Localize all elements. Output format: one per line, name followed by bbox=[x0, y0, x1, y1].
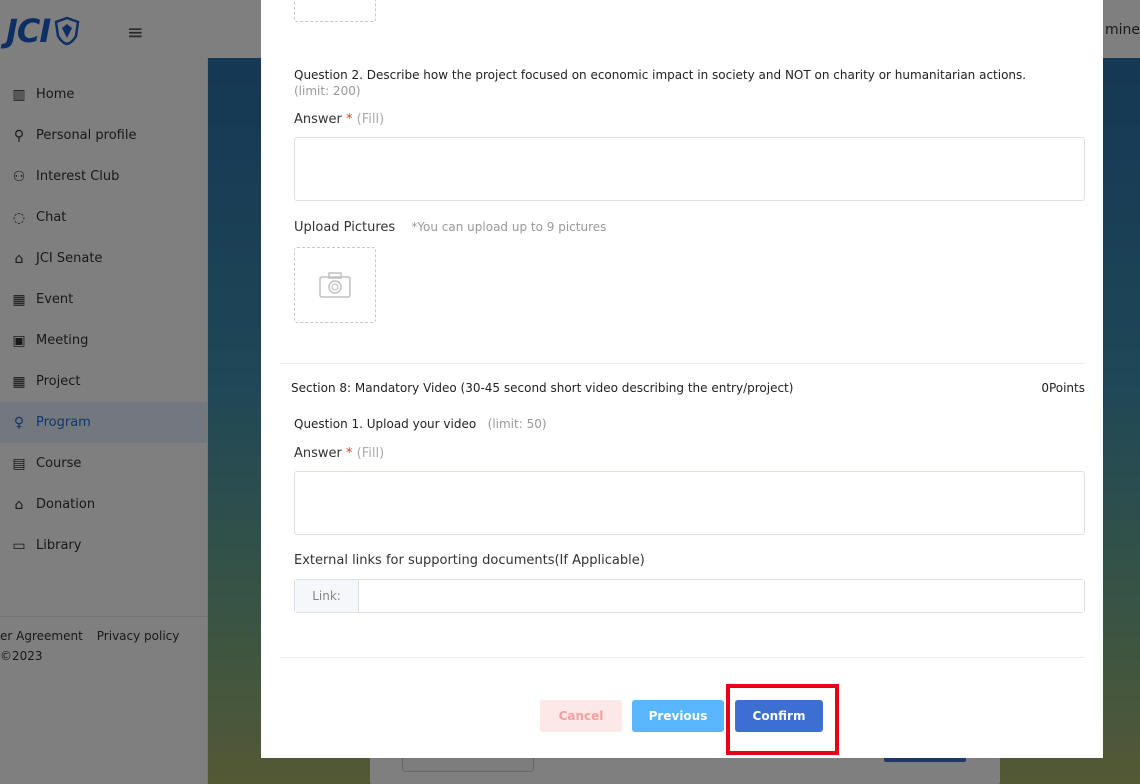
question-2-answer-label: Answer * (Fill) bbox=[294, 112, 385, 127]
section-8-title: Section 8: Mandatory Video (30-45 second… bbox=[291, 381, 794, 395]
upload-pictures-label: Upload Pictures *You can upload up to 9 … bbox=[294, 220, 607, 235]
question-1-text: Question 1. Upload your video (limit: 50… bbox=[294, 417, 547, 431]
entry-form-modal: Question 2. Describe how the project foc… bbox=[261, 0, 1103, 758]
confirm-highlight-box bbox=[726, 684, 839, 755]
previous-button[interactable]: Previous bbox=[632, 700, 724, 732]
external-links-label: External links for supporting documents(… bbox=[294, 553, 645, 568]
upload-picture-box[interactable] bbox=[294, 247, 376, 323]
footer-divider bbox=[280, 657, 1085, 658]
question-2-limit: (limit: 200) bbox=[294, 84, 361, 98]
link-prefix: Link: bbox=[295, 580, 359, 612]
required-mark: * bbox=[346, 446, 353, 461]
section-divider bbox=[280, 363, 1085, 364]
camera-icon bbox=[319, 272, 351, 298]
external-link-field: Link: bbox=[294, 579, 1085, 613]
question-1-answer-input[interactable] bbox=[294, 471, 1085, 535]
upload-pictures-note: *You can upload up to 9 pictures bbox=[411, 220, 607, 234]
external-link-input[interactable] bbox=[359, 580, 1084, 612]
section-8-points: 0Points bbox=[1041, 381, 1085, 395]
upload-picture-box-prev[interactable] bbox=[294, 0, 376, 22]
question-1-answer-label: Answer * (Fill) bbox=[294, 446, 385, 461]
fill-hint: (Fill) bbox=[356, 112, 385, 127]
required-mark: * bbox=[346, 112, 353, 127]
question-2-answer-input[interactable] bbox=[294, 137, 1085, 201]
fill-hint: (Fill) bbox=[356, 446, 385, 461]
question-1-limit: (limit: 50) bbox=[487, 417, 547, 431]
question-2-text: Question 2. Describe how the project foc… bbox=[294, 68, 1027, 98]
cancel-button[interactable]: Cancel bbox=[540, 700, 622, 732]
